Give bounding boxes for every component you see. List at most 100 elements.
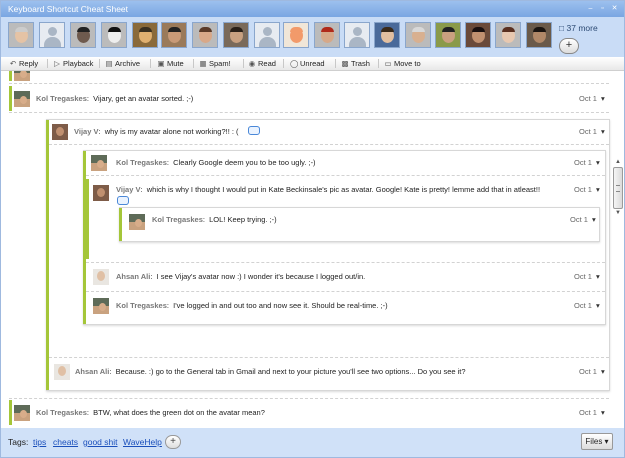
- tag-link[interactable]: tips: [33, 437, 46, 447]
- restore-icon[interactable]: ▫: [598, 5, 607, 13]
- blip[interactable]: Kol Tregaskes: LOL! Keep trying. ;-) Oct…: [119, 207, 599, 237]
- spam-icon: ▦: [199, 59, 207, 68]
- blip-divider: [86, 262, 605, 263]
- blip-date[interactable]: Oct 1: [574, 185, 600, 194]
- toolbar: ↶ Reply ▷ Playback ▤ Archive ▣ Mute ▦ Spam! ◉…: [1, 57, 624, 71]
- avatar: [52, 124, 68, 140]
- minimize-icon[interactable]: –: [586, 5, 595, 13]
- blip-divider: [86, 175, 605, 176]
- blip-date[interactable]: Oct 1: [574, 272, 600, 281]
- blip-text: Kol Tregaskes: BTW, what does the green …: [36, 408, 265, 417]
- participant-avatar[interactable]: [526, 22, 552, 48]
- blip-text: Kol Tregaskes: Clearly Google deem you t…: [116, 158, 316, 167]
- blip-date[interactable]: Oct 1: [579, 367, 605, 376]
- participant-avatar[interactable]: [132, 22, 158, 48]
- reply-icon: ↶: [9, 59, 17, 68]
- read-icon: ◉: [248, 59, 256, 68]
- participant-avatar[interactable]: [223, 22, 249, 48]
- blip-date[interactable]: Oct 1: [574, 301, 600, 310]
- participant-avatar[interactable]: [161, 22, 187, 48]
- participant-avatar[interactable]: [8, 22, 34, 48]
- participant-avatar[interactable]: [314, 22, 340, 48]
- toolbar-divider: [150, 59, 151, 68]
- avatar: [129, 214, 145, 230]
- tag-link[interactable]: cheats: [53, 437, 78, 447]
- participant-avatar[interactable]: [374, 22, 400, 48]
- blip-date[interactable]: Oct 1: [579, 127, 605, 136]
- archive-icon: ▤: [105, 59, 113, 68]
- participant-avatar[interactable]: [192, 22, 218, 48]
- blip[interactable]: Kol Tregaskes: I've logged in and out to…: [83, 293, 605, 318]
- participant-avatar[interactable]: [283, 22, 309, 48]
- tag-link[interactable]: good shit: [83, 437, 118, 447]
- participant-avatar[interactable]: [495, 22, 521, 48]
- blip-text: Vijay V: why is my avatar alone not work…: [74, 127, 239, 136]
- participant-avatar[interactable]: [39, 22, 65, 48]
- reply-button[interactable]: ↶ Reply: [9, 58, 38, 69]
- blip[interactable]: Ahsan Ali: I see Vijay's avatar now :) I…: [83, 264, 605, 289]
- conversation-thread[interactable]: Kol Tregaskes: Vijary, get an avatar sor…: [1, 71, 624, 428]
- reply-icon[interactable]: [117, 196, 129, 205]
- close-icon[interactable]: ✕: [610, 5, 619, 13]
- read-button[interactable]: ◉ Read: [248, 58, 276, 69]
- add-participant-button[interactable]: +: [559, 38, 579, 54]
- blip-previous: [9, 71, 609, 81]
- trash-icon: ▩: [341, 59, 349, 68]
- blip[interactable]: Kol Tregaskes: Vijary, get an avatar sor…: [9, 86, 609, 111]
- blip-divider: [9, 398, 609, 399]
- participant-avatar[interactable]: [70, 22, 96, 48]
- files-button[interactable]: Files ▾: [581, 433, 613, 450]
- participant-avatar[interactable]: [344, 22, 370, 48]
- blip-date[interactable]: Oct 1: [579, 408, 605, 417]
- participant-bar: □ 37 more +: [1, 17, 624, 57]
- blip-date[interactable]: Oct 1: [579, 94, 605, 103]
- toolbar-divider: [243, 59, 244, 68]
- blip-divider: [49, 144, 609, 145]
- blip[interactable]: Ahsan Ali: Because. :) go to the General…: [46, 359, 609, 384]
- thread-indicator: [86, 179, 89, 259]
- blip[interactable]: Kol Tregaskes: Clearly Google deem you t…: [83, 150, 605, 175]
- avatar: [14, 405, 30, 421]
- blip-text: Ahsan Ali: Because. :) go to the General…: [75, 367, 466, 376]
- participant-avatar[interactable]: [254, 22, 280, 48]
- participant-avatar[interactable]: [465, 22, 491, 48]
- scroll-down-arrow[interactable]: ▼: [614, 209, 622, 217]
- more-participants[interactable]: □ 37 more: [559, 23, 598, 33]
- spam-button[interactable]: ▦ Spam!: [199, 58, 230, 69]
- blip-text: Ahsan Ali: I see Vijay's avatar now :) I…: [116, 272, 366, 281]
- playback-icon: ▷: [54, 59, 60, 68]
- blip-date[interactable]: Oct 1: [574, 158, 600, 167]
- blip[interactable]: Vijay V: why is my avatar alone not work…: [46, 119, 609, 144]
- archive-button[interactable]: ▤ Archive: [105, 58, 140, 69]
- thread-indicator: [9, 71, 12, 81]
- toolbar-divider: [378, 59, 379, 68]
- blip-text: Kol Tregaskes: LOL! Keep trying. ;-): [152, 215, 277, 224]
- tags-footer: Tags: tips cheats good shit WaveHelp + F…: [1, 428, 624, 457]
- blip-date[interactable]: Oct 1: [570, 215, 596, 224]
- playback-button[interactable]: ▷ Playback: [53, 58, 93, 69]
- folder-icon: ▭: [384, 59, 392, 68]
- add-tag-button[interactable]: +: [165, 435, 181, 449]
- blip[interactable]: Kol Tregaskes: BTW, what does the green …: [9, 400, 609, 425]
- scroll-up-arrow[interactable]: ▲: [614, 158, 622, 166]
- unread-button[interactable]: ◯ Unread: [290, 58, 325, 69]
- thread-indicator: [9, 86, 12, 111]
- participant-avatar[interactable]: [435, 22, 461, 48]
- avatar: [14, 91, 30, 107]
- blip-text: Vijay V: which is why I thought I would …: [116, 185, 541, 194]
- toolbar-divider: [283, 59, 284, 68]
- trash-button[interactable]: ▩ Trash: [341, 58, 369, 69]
- blip-divider: [9, 112, 609, 113]
- avatar: [93, 269, 109, 285]
- blip-divider: [49, 357, 609, 358]
- participant-avatar[interactable]: [101, 22, 127, 48]
- scrollbar-thumb[interactable]: [613, 167, 623, 209]
- reply-icon[interactable]: [248, 126, 260, 135]
- move-to-button[interactable]: ▭ Move to: [384, 58, 420, 69]
- mute-button[interactable]: ▣ Mute: [157, 58, 183, 69]
- avatar: [14, 71, 30, 81]
- participant-avatar[interactable]: [405, 22, 431, 48]
- blip-divider: [9, 83, 609, 84]
- toolbar-divider: [47, 59, 48, 68]
- tag-link[interactable]: WaveHelp: [123, 437, 162, 447]
